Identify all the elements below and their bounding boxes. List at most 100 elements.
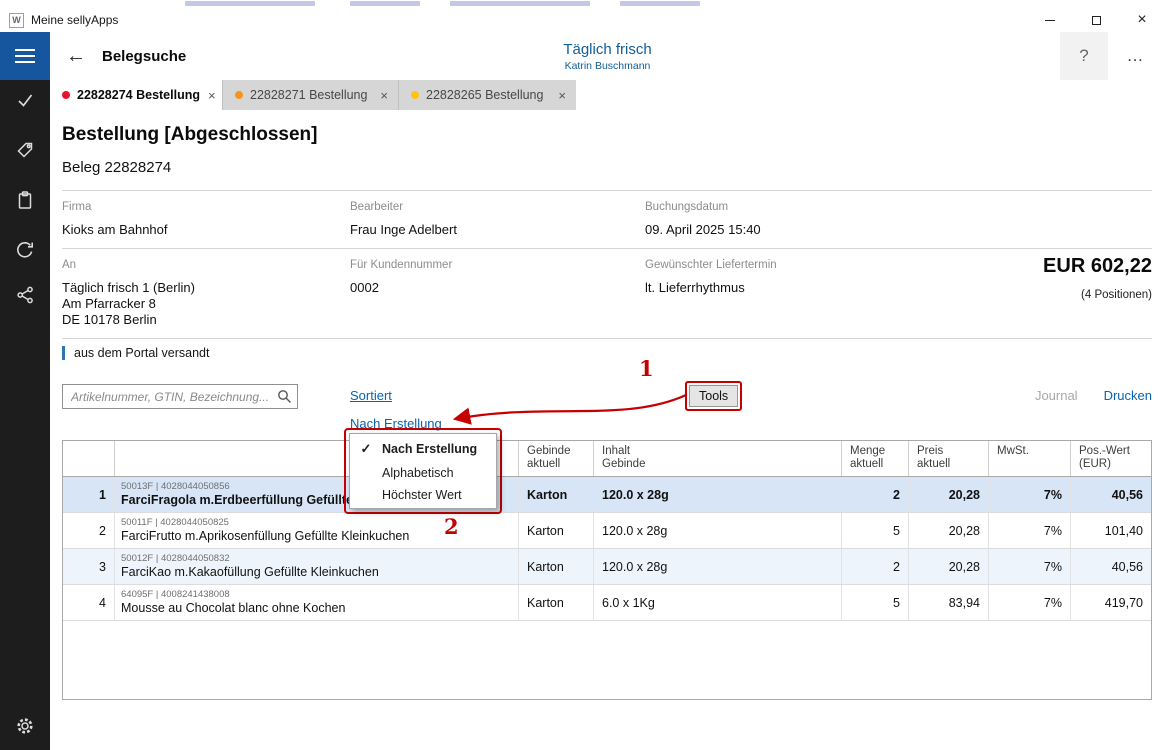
positions-table: Gebinde aktuell Inhalt Gebinde Menge akt… <box>62 440 1152 700</box>
sync-icon[interactable] <box>15 240 35 260</box>
annotation-box-sort-menu: ✓ Nach Erstellung Alphabetisch Höchster … <box>344 428 502 514</box>
cell-inhalt: 120.0 x 28g <box>594 513 842 548</box>
field-value: lt. Lieferrhythmus <box>645 280 945 295</box>
divider <box>62 248 1152 249</box>
checkmark-icon: ✓ <box>350 441 382 457</box>
cropped-text-fragment <box>450 1 590 6</box>
article-code: 50012F | 4028044050832 <box>121 553 230 565</box>
app-header: ← Belegsuche Täglich frisch Katrin Busch… <box>0 32 1165 80</box>
note-text: aus dem Portal versandt <box>74 346 210 360</box>
search-icon[interactable] <box>277 389 292 404</box>
tab-beleg-22828274[interactable]: 22828274 Bestellung × <box>50 80 222 110</box>
cell-menge: 2 <box>842 549 909 584</box>
column-header-inhalt: Inhalt Gebinde <box>594 441 842 476</box>
document-info-row2: An Täglich frisch 1 (Berlin) Am Pfarrack… <box>62 259 1152 328</box>
drucken-button[interactable]: Drucken <box>1104 388 1152 403</box>
cropped-text-fragment <box>350 1 420 6</box>
position-count: (4 Positionen) <box>945 289 1152 301</box>
table-row[interactable]: 4 64095F | 4008241438008 Mousse au Choco… <box>63 585 1151 621</box>
minimize-button[interactable] <box>1027 8 1073 32</box>
cell-wert: 101,40 <box>1071 513 1151 548</box>
tab-status-dot <box>62 91 70 99</box>
field-value: Frau Inge Adelbert <box>350 222 645 237</box>
more-options-button[interactable]: … <box>1112 32 1160 80</box>
document-info-row1: Firma Kioks am Bahnhof Bearbeiter Frau I… <box>62 201 1152 237</box>
cell-wert: 419,70 <box>1071 585 1151 620</box>
document-total-block: EUR 602,22 (4 Positionen) <box>945 255 1152 328</box>
maximize-button[interactable] <box>1073 8 1119 32</box>
annotation-box-tools: Tools <box>685 381 742 411</box>
column-header-nr <box>63 441 115 476</box>
tab-label: 22828274 Bestellung <box>77 88 200 102</box>
tools-button[interactable]: Tools <box>689 385 738 407</box>
sortiert-link[interactable]: Sortiert <box>350 388 392 403</box>
app-icon: W <box>9 13 24 28</box>
cell-nr: 2 <box>63 513 115 548</box>
help-button[interactable]: ? <box>1060 32 1108 80</box>
field-liefertermin: Gewünschter Liefertermin lt. Lieferrhyth… <box>645 259 945 328</box>
document-number: Beleg 22828274 <box>62 159 171 176</box>
field-buchungsdatum: Buchungsdatum 09. April 2025 15:40 <box>645 201 1152 237</box>
cell-mwst: 7% <box>989 477 1071 512</box>
address-line: DE 10178 Berlin <box>62 312 350 328</box>
tab-close-icon[interactable]: × <box>558 88 566 103</box>
tab-close-icon[interactable]: × <box>208 88 216 103</box>
annotation-step-2: 2 <box>444 514 459 539</box>
cell-wert: 40,56 <box>1071 477 1151 512</box>
tag-icon[interactable] <box>15 140 35 160</box>
cell-inhalt: 120.0 x 28g <box>594 477 842 512</box>
article-code: 50011F | 4028044050825 <box>121 517 229 529</box>
hamburger-menu-button[interactable] <box>0 32 50 80</box>
share-icon[interactable] <box>15 285 35 305</box>
cell-mwst: 7% <box>989 549 1071 584</box>
portal-note: aus dem Portal versandt <box>62 346 210 360</box>
tab-beleg-22828265[interactable]: 22828265 Bestellung × <box>398 80 576 110</box>
close-button[interactable]: × <box>1119 8 1165 32</box>
column-header-wert: Pos.-Wert (EUR) <box>1071 441 1151 476</box>
field-label: Gewünschter Liefertermin <box>645 259 945 271</box>
column-header-menge: Menge aktuell <box>842 441 909 476</box>
cell-menge: 5 <box>842 513 909 548</box>
cell-mwst: 7% <box>989 513 1071 548</box>
tab-close-icon[interactable]: × <box>380 88 388 103</box>
field-value: 0002 <box>350 280 645 295</box>
clipboard-icon[interactable] <box>15 190 35 210</box>
menu-item-hoechster-wert[interactable]: Höchster Wert <box>350 484 496 506</box>
field-label: Bearbeiter <box>350 201 645 213</box>
search-input[interactable] <box>62 384 298 409</box>
tab-label: 22828271 Bestellung <box>250 88 367 102</box>
cell-nr: 1 <box>63 477 115 512</box>
table-empty-area <box>63 621 1151 699</box>
menu-item-alphabetisch[interactable]: Alphabetisch <box>350 462 496 484</box>
cell-preis: 20,28 <box>909 513 989 548</box>
menu-item-nach-erstellung[interactable]: ✓ Nach Erstellung <box>350 436 496 462</box>
annotation-step-1: 1 <box>639 356 654 381</box>
field-label: An <box>62 259 350 271</box>
account-name: Täglich frisch <box>563 41 651 58</box>
table-row[interactable]: 1 50013F | 4028044050856 FarciFragola m.… <box>63 477 1151 513</box>
hamburger-icon <box>15 49 35 51</box>
account-block: Täglich frisch Katrin Buschmann <box>50 32 1165 80</box>
cell-nr: 3 <box>63 549 115 584</box>
cell-gebinde: Karton <box>519 585 594 620</box>
article-name: FarciFrutto m.Aprikosenfüllung Gefüllte … <box>121 529 409 544</box>
tab-status-dot <box>411 91 419 99</box>
cell-preis: 83,94 <box>909 585 989 620</box>
document-tabbar: 22828274 Bestellung × 22828271 Bestellun… <box>50 80 1165 110</box>
table-row[interactable]: 3 50012F | 4028044050832 FarciKao m.Kaka… <box>63 549 1151 585</box>
table-row[interactable]: 2 50011F | 4028044050825 FarciFrutto m.A… <box>63 513 1151 549</box>
check-icon[interactable] <box>15 90 35 110</box>
divider <box>62 190 1152 191</box>
cell-mwst: 7% <box>989 585 1071 620</box>
journal-button[interactable]: Journal <box>1035 388 1078 403</box>
tab-beleg-22828271[interactable]: 22828271 Bestellung × <box>222 80 398 110</box>
cell-menge: 5 <box>842 585 909 620</box>
field-bearbeiter: Bearbeiter Frau Inge Adelbert <box>350 201 645 237</box>
document-title: Bestellung [Abgeschlossen] <box>62 124 318 146</box>
article-name: Mousse au Chocolat blanc ohne Kochen <box>121 601 345 616</box>
article-name: FarciKao m.Kakaofüllung Gefüllte Kleinku… <box>121 565 379 580</box>
article-search <box>62 384 298 409</box>
settings-icon[interactable] <box>15 716 35 736</box>
column-header-mwst: MwSt. <box>989 441 1071 476</box>
table-header-row: Gebinde aktuell Inhalt Gebinde Menge akt… <box>63 441 1151 477</box>
